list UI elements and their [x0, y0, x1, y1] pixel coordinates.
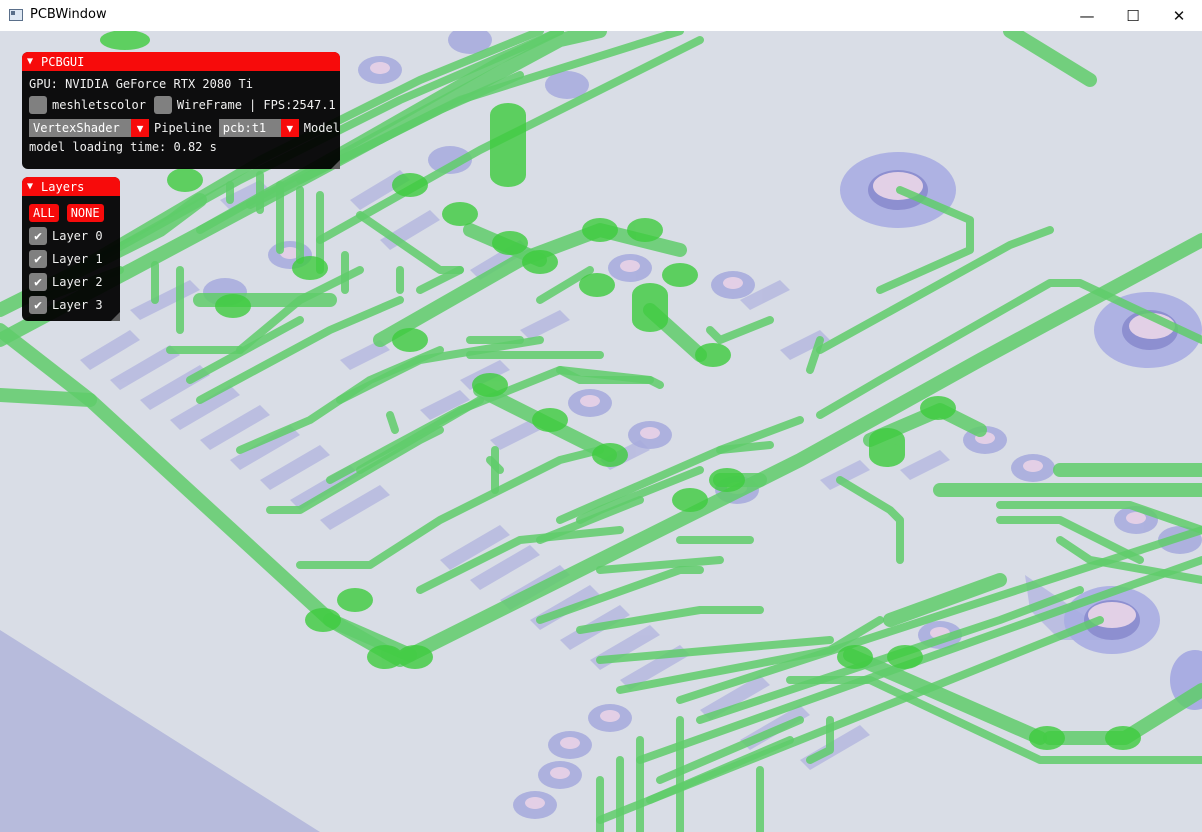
- layers-title: Layers: [41, 179, 85, 194]
- loading-time-text: model loading time: 0.82 s: [29, 140, 217, 154]
- app-icon: [9, 9, 23, 21]
- fps-readout: | FPS:2547.1: [248, 98, 336, 112]
- chevron-down-icon[interactable]: ▼: [131, 119, 149, 137]
- shader-value: VertexShader: [33, 121, 120, 135]
- model-dropdown[interactable]: pcb:t1 ▼: [218, 119, 299, 137]
- layer-row[interactable]: ✔ Layer 1: [29, 250, 103, 268]
- layer-0-checkbox[interactable]: ✔: [29, 227, 47, 245]
- window-titlebar[interactable]: PCBWindow — ☐ ✕: [0, 0, 1202, 32]
- layer-1-checkbox[interactable]: ✔: [29, 250, 47, 268]
- model-value: pcb:t1: [222, 121, 267, 135]
- collapse-arrow-icon[interactable]: ▼: [27, 181, 33, 192]
- pcbgui-title: PCBGUI: [41, 54, 85, 69]
- wireframe-label: WireFrame: [176, 98, 242, 112]
- window-title: PCBWindow: [30, 7, 107, 22]
- all-button[interactable]: ALL: [29, 204, 59, 222]
- resize-grip[interactable]: [111, 312, 120, 321]
- layer-row[interactable]: ✔ Layer 0: [29, 227, 103, 245]
- layer-label: Layer 1: [52, 252, 103, 266]
- collapse-arrow-icon[interactable]: ▼: [27, 56, 33, 67]
- layer-label: Layer 2: [52, 275, 103, 289]
- none-button[interactable]: NONE: [66, 204, 104, 222]
- layer-row[interactable]: ✔ Layer 3: [29, 296, 103, 314]
- layer-label: Layer 0: [52, 229, 103, 243]
- maximize-button[interactable]: ☐: [1110, 0, 1156, 31]
- layer-label: Layer 3: [52, 298, 103, 312]
- layer-row[interactable]: ✔ Layer 2: [29, 273, 103, 291]
- meshletscolor-checkbox[interactable]: [29, 96, 47, 114]
- shader-dropdown[interactable]: VertexShader ▼: [29, 119, 149, 137]
- resize-grip[interactable]: [331, 160, 340, 169]
- layers-header[interactable]: ▼ Layers: [22, 177, 120, 196]
- pipeline-label: Pipeline: [154, 121, 212, 135]
- ground-plane: [0, 630, 320, 832]
- layer-3-checkbox[interactable]: ✔: [29, 296, 47, 314]
- model-label: Model: [303, 121, 340, 135]
- wireframe-checkbox[interactable]: [153, 96, 172, 114]
- minimize-button[interactable]: —: [1064, 0, 1110, 31]
- gpu-label: GPU: NVIDIA GeForce RTX 2080 Ti: [29, 77, 253, 91]
- pcbgui-header[interactable]: ▼ PCBGUI: [22, 52, 340, 71]
- layer-2-checkbox[interactable]: ✔: [29, 273, 47, 291]
- meshletscolor-label: meshletscolor: [52, 98, 146, 112]
- close-button[interactable]: ✕: [1156, 0, 1202, 31]
- layers-panel: ▼ Layers ALL NONE ✔ Layer 0 ✔ Layer 1 ✔ …: [22, 177, 120, 321]
- chevron-down-icon[interactable]: ▼: [280, 119, 299, 137]
- pcbgui-panel: ▼ PCBGUI GPU: NVIDIA GeForce RTX 2080 Ti…: [22, 52, 340, 169]
